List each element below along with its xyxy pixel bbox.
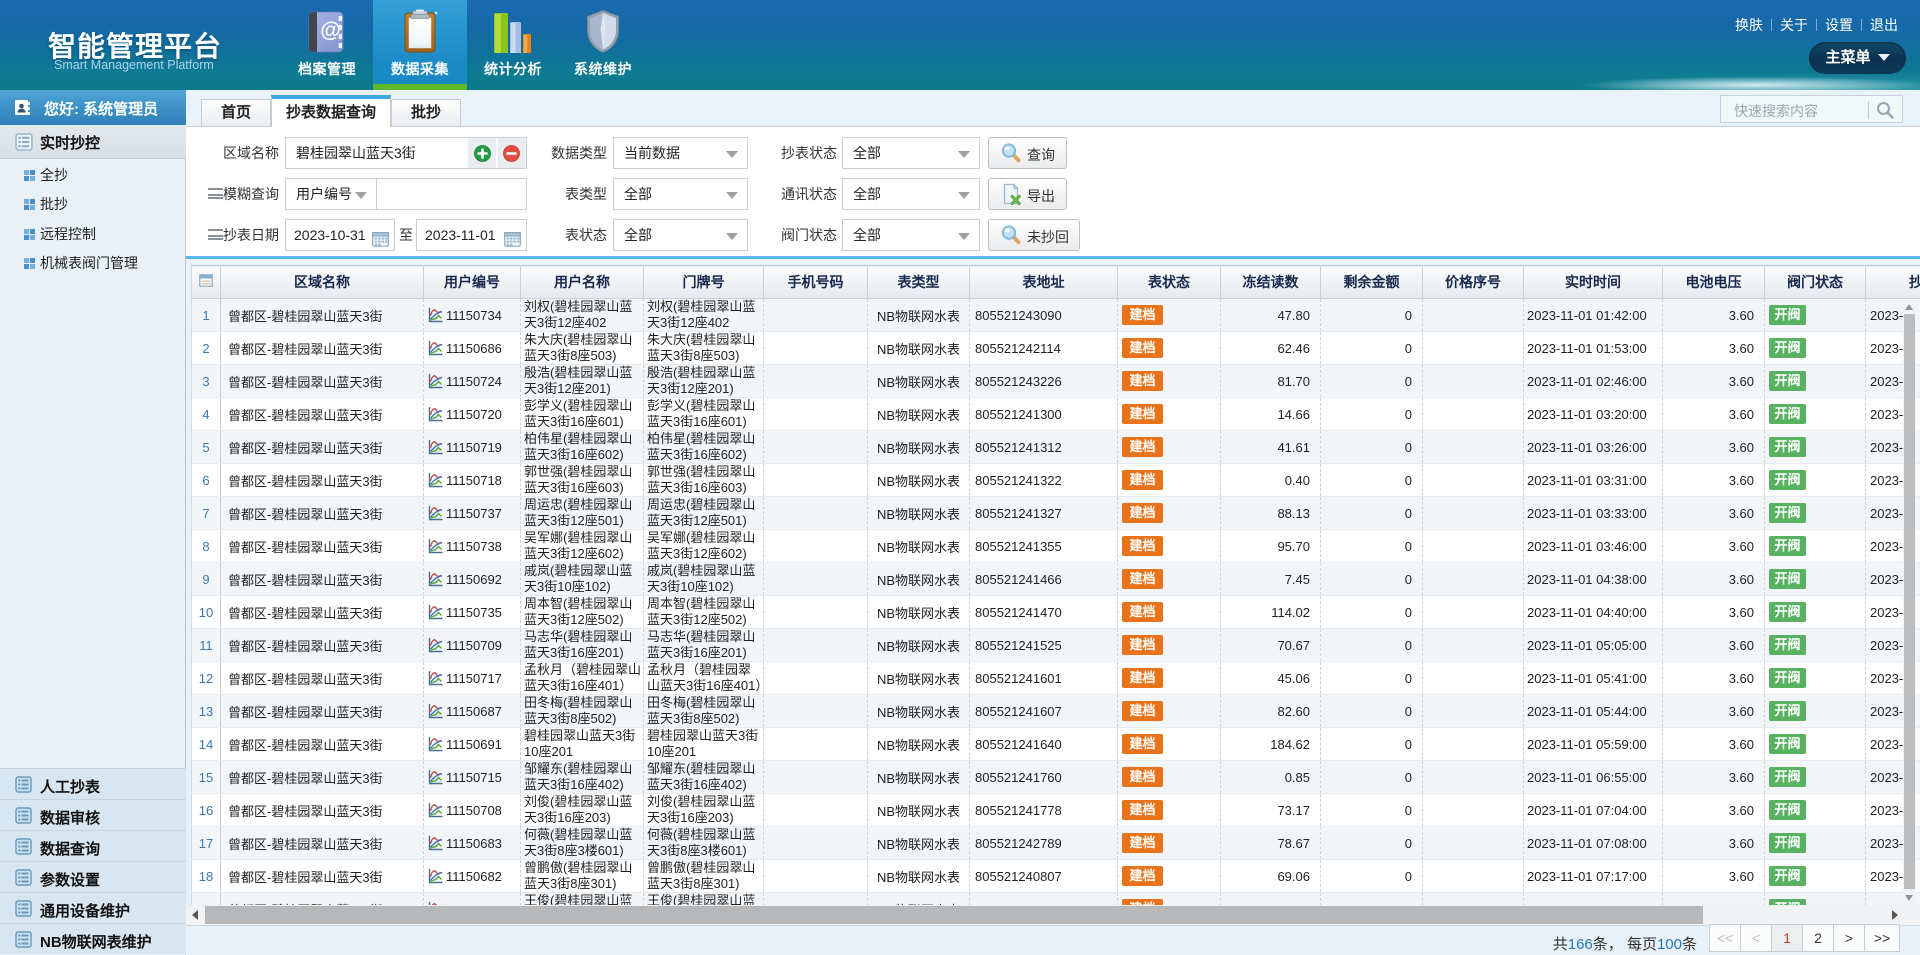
svg-text:@: @ <box>320 19 340 42</box>
